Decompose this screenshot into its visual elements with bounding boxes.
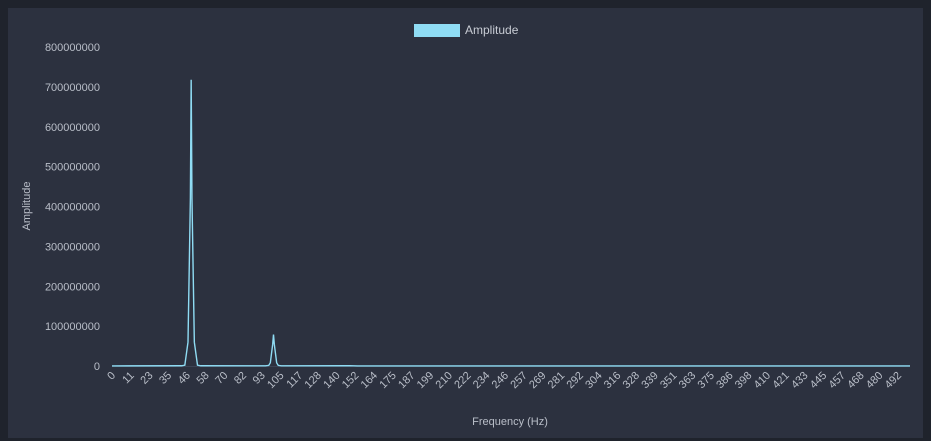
x-tick-label: 0: [105, 370, 118, 383]
x-tick-label: 199: [415, 370, 436, 391]
y-tick-label: 0: [94, 361, 100, 373]
legend[interactable]: Amplitude: [414, 23, 519, 37]
x-tick-label: 234: [471, 370, 492, 391]
x-tick-label: 246: [490, 370, 511, 391]
x-tick-label: 445: [808, 370, 829, 391]
x-tick-label: 351: [658, 370, 679, 391]
x-tick-label: 304: [583, 370, 604, 391]
x-tick-label: 140: [321, 370, 342, 391]
x-tick-label: 292: [565, 370, 586, 391]
x-tick-label: 375: [696, 370, 717, 391]
x-tick-label: 316: [602, 370, 623, 391]
x-tick-label: 398: [733, 370, 754, 391]
x-tick-label: 421: [770, 370, 791, 391]
x-tick-label: 187: [396, 370, 417, 391]
x-tick-label: 328: [621, 370, 642, 391]
x-tick-label: 492: [883, 370, 904, 391]
x-tick-label: 480: [864, 370, 885, 391]
y-tick-label: 300000000: [45, 241, 100, 253]
x-tick-label: 117: [284, 370, 305, 391]
y-tick-label: 200000000: [45, 281, 100, 293]
x-tick-label: 339: [639, 370, 660, 391]
x-tick-label: 281: [546, 370, 567, 391]
x-tick-label: 105: [265, 370, 286, 391]
x-tick-label: 433: [789, 370, 810, 391]
x-tick-label: 128: [303, 370, 324, 391]
x-tick-label: 93: [251, 370, 268, 387]
x-tick-label: 11: [120, 370, 137, 387]
x-tick-label: 468: [845, 370, 866, 391]
x-tick-label: 70: [213, 370, 230, 387]
y-tick-label: 600000000: [45, 122, 100, 134]
x-tick-label: 257: [508, 370, 529, 391]
x-tick-label: 23: [138, 370, 155, 387]
x-tick-label: 410: [752, 370, 773, 391]
amplitude-spectrum-chart: Amplitude 0 100000000 200000000 300000000 40…: [21, 23, 911, 428]
x-tick-label: 82: [232, 370, 249, 387]
y-tick-label: 500000000: [45, 162, 100, 174]
x-tick-label: 175: [377, 370, 398, 391]
x-tick-label: 35: [157, 370, 174, 387]
x-tick-label: 363: [677, 370, 698, 391]
x-tick-label: 164: [359, 370, 380, 391]
legend-label: Amplitude: [465, 23, 519, 37]
y-axis-ticks: 0 100000000 200000000 300000000 400000000 500…: [45, 42, 100, 373]
y-tick-label: 100000000: [45, 321, 100, 333]
x-axis-title: Frequency (Hz): [472, 416, 548, 428]
series-line-amplitude: [111, 79, 911, 367]
x-tick-label: 210: [434, 370, 455, 391]
legend-swatch: [414, 24, 460, 37]
y-tick-label: 800000000: [45, 42, 100, 54]
x-axis-ticks: 0 11 23 35 46 58 70 82 9310511712814015216417518…: [105, 370, 904, 391]
x-tick-label: 58: [195, 370, 212, 387]
x-tick-label: 386: [714, 370, 735, 391]
x-tick-label: 269: [527, 370, 548, 391]
x-tick-label: 222: [452, 370, 473, 391]
x-tick-label: 46: [176, 370, 193, 387]
x-tick-label: 457: [827, 370, 848, 391]
y-axis-title: Amplitude: [21, 182, 33, 231]
y-tick-label: 400000000: [45, 202, 100, 214]
chart-panel: Amplitude 0 100000000 200000000 300000000 40…: [8, 8, 923, 438]
x-tick-label: 152: [340, 370, 361, 391]
y-tick-label: 700000000: [45, 82, 100, 94]
